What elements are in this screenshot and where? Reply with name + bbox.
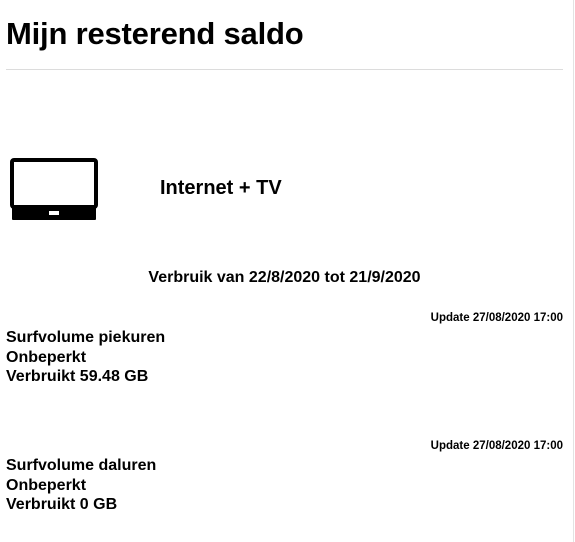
update-timestamp: Update 27/08/2020 17:00 (430, 440, 563, 452)
usage-limit: Onbeperkt (6, 348, 87, 366)
tv-icon (10, 158, 98, 220)
usage-consumed: Verbruikt 59.48 GB (6, 368, 149, 385)
update-timestamp: Update 27/08/2020 17:00 (430, 312, 563, 324)
usage-limit: Onbeperkt (6, 476, 87, 494)
page-title: Mijn resterend saldo (6, 16, 304, 51)
usage-period: Verbruik van 22/8/2020 tot 21/9/2020 (148, 269, 421, 286)
title-divider (6, 69, 563, 70)
product-name: Internet + TV (160, 177, 282, 199)
usage-label: Surfvolume daluren (6, 457, 157, 474)
usage-consumed: Verbruikt 0 GB (6, 496, 118, 513)
usage-label: Surfvolume piekuren (6, 329, 166, 346)
content-border (573, 0, 574, 542)
